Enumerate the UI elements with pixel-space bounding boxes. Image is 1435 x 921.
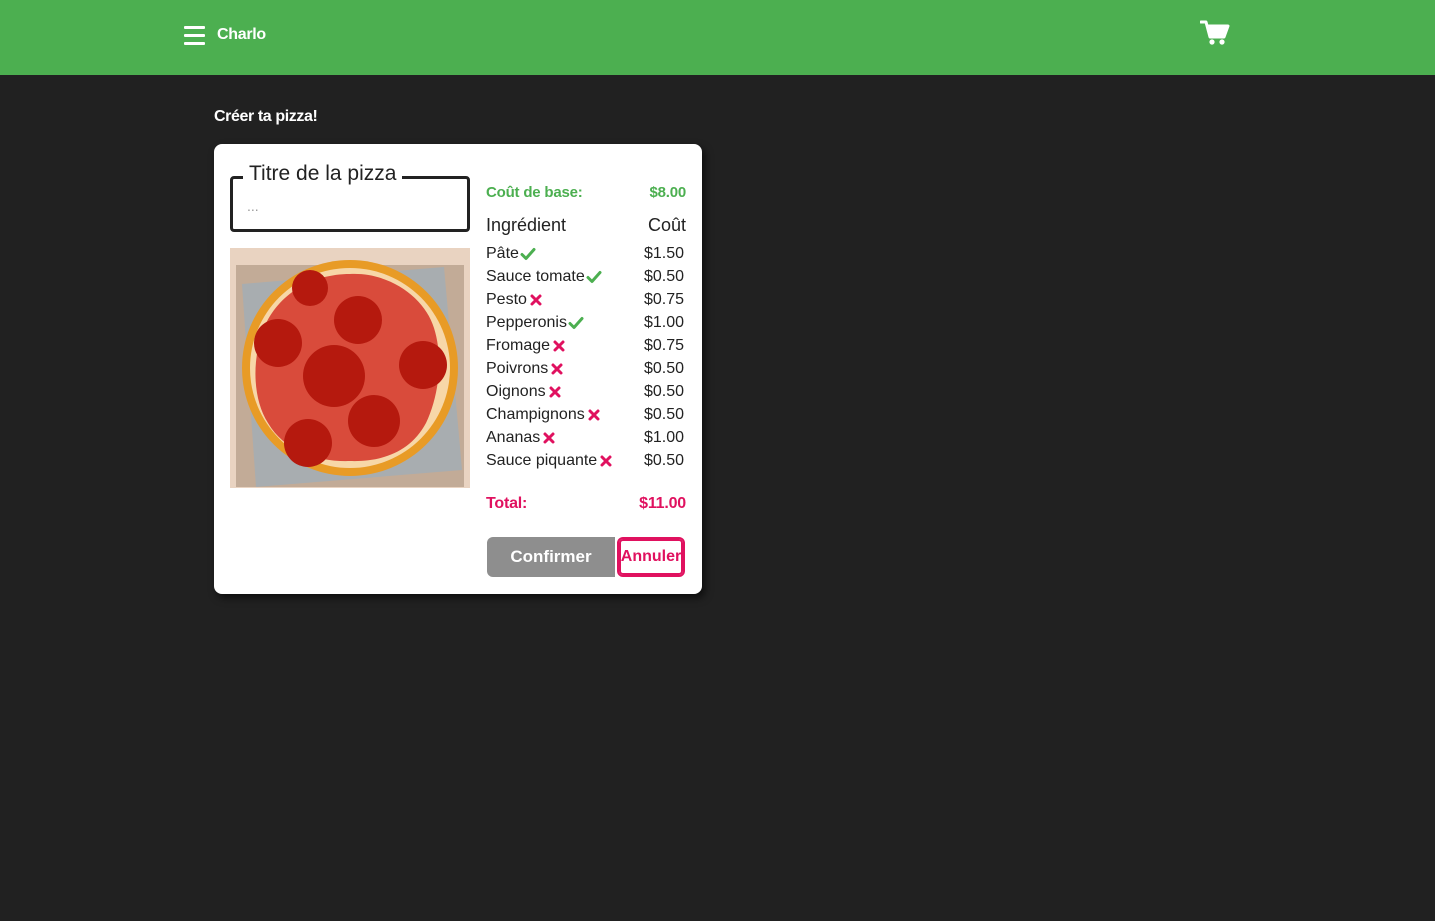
ingredient-name: Champignons: [486, 405, 585, 423]
ingredient-price: $0.50: [643, 405, 684, 423]
top-app-bar: Charlo: [0, 0, 1435, 75]
ingredient-toggle[interactable]: Poivrons: [486, 360, 565, 378]
ingredient-name: Sauce tomate: [486, 267, 585, 285]
ingredient-name: Pesto: [486, 290, 527, 308]
ingredient-row[interactable]: Sauce piquante $0.50: [486, 449, 686, 472]
confirm-button[interactable]: Confirmer: [487, 537, 615, 577]
ingredient-price: $0.75: [643, 336, 684, 354]
page-title: Créer ta pizza!: [214, 108, 318, 125]
ingredient-toggle[interactable]: Pepperonis: [486, 314, 584, 332]
ingredient-name: Oignons: [486, 382, 546, 400]
cross-icon[interactable]: [549, 361, 565, 377]
pizza-title-field[interactable]: Titre de la pizza: [230, 160, 470, 232]
ingredient-name: Poivrons: [486, 359, 549, 377]
ingredient-toggle[interactable]: Pesto: [486, 291, 544, 309]
ingredient-price: $0.50: [643, 382, 684, 400]
cross-icon[interactable]: [547, 384, 563, 400]
base-cost-label: Coût de base:: [486, 183, 583, 201]
base-cost-value: $8.00: [649, 183, 686, 201]
ingredient-toggle[interactable]: Pâte: [486, 245, 536, 263]
ingredient-toggle[interactable]: Sauce tomate: [486, 268, 602, 286]
ingredient-toggle[interactable]: Sauce piquante: [486, 452, 614, 470]
pizza-preview-image: [230, 248, 470, 488]
ingredient-price: $0.50: [643, 359, 684, 377]
ingredient-price: $1.50: [643, 244, 684, 262]
cross-icon[interactable]: [551, 338, 567, 354]
ingredient-price: $0.75: [643, 290, 684, 308]
cancel-button[interactable]: Annuler: [617, 537, 685, 577]
ingredient-toggle[interactable]: Oignons: [486, 383, 563, 401]
ingredient-row[interactable]: Pepperonis $1.00: [486, 311, 686, 334]
ingredient-price: $0.50: [643, 267, 684, 285]
ingredient-row[interactable]: Champignons $0.50: [486, 403, 686, 426]
hamburger-menu-icon[interactable]: [184, 26, 206, 45]
ingredient-toggle[interactable]: Champignons: [486, 406, 602, 424]
ingredient-column-header: Ingrédient: [486, 214, 567, 235]
pizza-title-input[interactable]: [247, 193, 455, 219]
cross-icon[interactable]: [528, 292, 544, 308]
ingredient-list: Pâte $1.50 Sauce tomate $0.50 Pesto $0.75 Pepp…: [486, 242, 686, 472]
cost-column-header: Coût: [647, 214, 686, 235]
ingredient-price: $1.00: [643, 428, 684, 446]
ingredient-row[interactable]: Sauce tomate $0.50: [486, 265, 686, 288]
ingredient-row[interactable]: Oignons $0.50: [486, 380, 686, 403]
ingredient-name: Pepperonis: [486, 313, 567, 331]
pizza-builder-card: Titre de la pizza Coût de base: $8.00 In…: [214, 144, 702, 594]
ingredient-row[interactable]: Pesto $0.75: [486, 288, 686, 311]
ingredient-row[interactable]: Poivrons $0.50: [486, 357, 686, 380]
ingredient-name: Sauce piquante: [486, 451, 598, 469]
check-icon[interactable]: [586, 269, 602, 285]
shopping-cart-icon[interactable]: [1199, 20, 1230, 46]
brand-name[interactable]: Charlo: [217, 26, 266, 44]
pizza-title-label: Titre de la pizza: [243, 160, 403, 188]
ingredient-table-header: Ingrédient Coût: [486, 212, 686, 238]
cross-icon[interactable]: [598, 453, 614, 469]
ingredient-price: $1.00: [643, 313, 684, 331]
ingredient-name: Pâte: [486, 244, 519, 262]
total-value: $11.00: [639, 495, 686, 512]
ingredient-row[interactable]: Fromage $0.75: [486, 334, 686, 357]
cross-icon[interactable]: [586, 407, 602, 423]
total-label: Total:: [486, 495, 528, 512]
pricing-panel: Coût de base: $8.00 Ingrédient Coût Pâte…: [486, 180, 686, 516]
ingredient-toggle[interactable]: Ananas: [486, 429, 557, 447]
check-icon[interactable]: [568, 315, 584, 331]
ingredient-row[interactable]: Pâte $1.50: [486, 242, 686, 265]
ingredient-toggle[interactable]: Fromage: [486, 337, 567, 355]
check-icon[interactable]: [520, 246, 536, 262]
total-row: Total: $11.00: [486, 492, 686, 516]
base-cost-row: Coût de base: $8.00: [486, 180, 686, 204]
ingredient-name: Ananas: [486, 428, 541, 446]
ingredient-name: Fromage: [486, 336, 551, 354]
ingredient-price: $0.50: [643, 451, 684, 469]
cross-icon[interactable]: [541, 430, 557, 446]
ingredient-row[interactable]: Ananas $1.00: [486, 426, 686, 449]
